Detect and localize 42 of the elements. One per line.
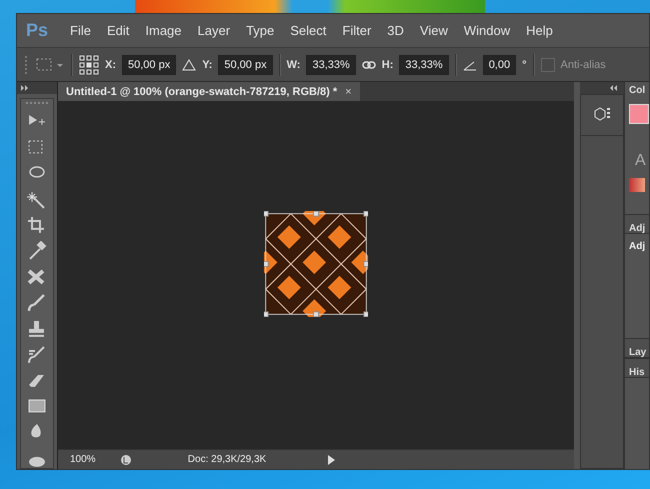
panel-text: Adj <box>629 241 646 252</box>
expand-icon[interactable] <box>21 85 29 91</box>
collapse-icon[interactable] <box>610 85 618 91</box>
angle-field[interactable]: 0,00 <box>482 54 516 74</box>
w-label: W: <box>286 58 300 70</box>
x-label: X: <box>105 58 116 70</box>
menu-item[interactable]: 3D <box>379 23 412 38</box>
menu-item[interactable]: Window <box>456 23 518 38</box>
menu-item[interactable]: Filter <box>334 23 380 38</box>
zoom-level[interactable]: 100% <box>58 454 116 465</box>
menu-item[interactable]: Help <box>518 23 561 38</box>
menu-item[interactable]: Select <box>282 23 334 38</box>
h-label: H: <box>382 58 394 70</box>
link-icon[interactable] <box>362 60 376 70</box>
triangle-icon[interactable] <box>182 58 196 72</box>
app-logo: Ps <box>25 20 50 41</box>
y-label: Y: <box>202 58 212 70</box>
panel-text: A <box>634 152 645 170</box>
width-field[interactable]: 33,33% <box>306 54 356 74</box>
menu-item[interactable]: Type <box>238 23 282 38</box>
marquee-tool-icon[interactable] <box>35 56 65 74</box>
document-size-text: Doc: 29,3K/29,3K <box>186 454 268 465</box>
angle-icon <box>462 58 477 70</box>
foreground-color-swatch[interactable] <box>629 104 649 124</box>
x-field[interactable]: 50,00 px <box>122 54 176 74</box>
status-info-icon[interactable] <box>120 454 132 466</box>
reference-point-icon[interactable] <box>79 54 99 74</box>
menu-item[interactable]: View <box>412 23 456 38</box>
color-ramp[interactable] <box>629 178 645 192</box>
menu-item[interactable]: Edit <box>98 23 138 38</box>
panel-tab[interactable]: Col <box>629 85 645 96</box>
anti-alias-label: Anti-alias <box>560 58 606 70</box>
play-icon[interactable] <box>326 454 336 466</box>
height-field[interactable]: 33,33% <box>399 54 449 74</box>
degree-label: ° <box>522 58 527 70</box>
menu-item[interactable]: File <box>62 23 99 38</box>
menu-item[interactable]: Image <box>137 23 190 38</box>
menu-item[interactable]: Layer <box>190 23 238 38</box>
3d-panel-icon[interactable] <box>593 107 611 123</box>
close-icon[interactable]: × <box>345 86 352 98</box>
y-field[interactable]: 50,00 px <box>218 54 273 74</box>
document-tab[interactable]: Untitled-1 @ 100% (orange-swatch-787219, RGB/8) * × <box>58 82 360 101</box>
